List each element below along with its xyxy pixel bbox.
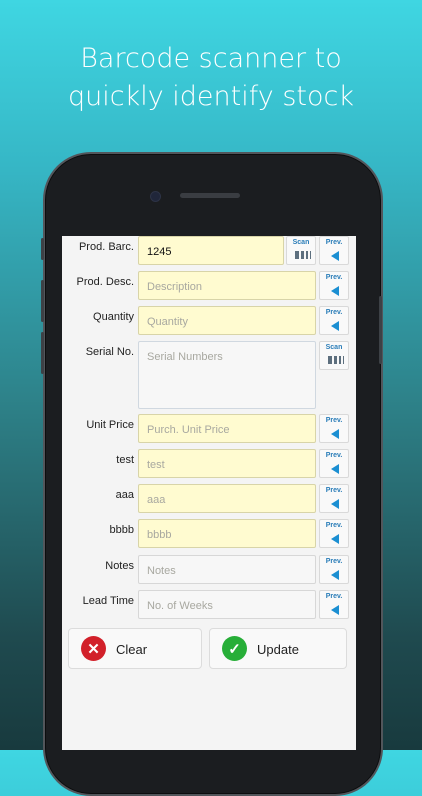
left-arrow-icon: [331, 534, 339, 544]
scan-button-label: Scan: [292, 239, 310, 246]
prev-button-quantity[interactable]: Prev.: [319, 306, 349, 335]
front-camera-icon: [150, 191, 161, 202]
prev-button-label: Prev.: [325, 309, 343, 316]
checkmark-icon: ✓: [222, 636, 247, 661]
prev-button-label: Prev.: [325, 417, 343, 424]
app-screen: Prod. Barc. 1245 Scan Prev. Prod. Desc. …: [62, 236, 356, 750]
prev-button-label: Prev.: [325, 593, 343, 600]
prev-button-label: Prev.: [325, 239, 343, 246]
left-arrow-icon: [331, 570, 339, 580]
prev-button-test[interactable]: Prev.: [319, 449, 349, 478]
field-label-serial-no: Serial No.: [85, 346, 134, 358]
prev-button-label: Prev.: [325, 452, 343, 459]
update-button[interactable]: ✓ Update: [209, 628, 347, 669]
lead-time-input[interactable]: No. of Weeks: [138, 590, 316, 619]
field-label-test: test: [116, 454, 134, 466]
barcode-icon: [328, 356, 344, 364]
aaa-input[interactable]: aaa: [138, 484, 316, 513]
scan-barcode-button[interactable]: Scan: [286, 236, 316, 265]
field-label-quantity: Quantity: [93, 311, 134, 323]
left-arrow-icon: [331, 499, 339, 509]
phone-side-button-power: [379, 296, 382, 364]
field-label-bbbb: bbbb: [109, 524, 134, 536]
phone-side-button-mute: [41, 238, 44, 260]
left-arrow-icon: [331, 605, 339, 615]
prev-button-bbbb[interactable]: Prev.: [319, 519, 349, 548]
field-label-notes: Notes: [105, 560, 134, 572]
bbbb-input[interactable]: bbbb: [138, 519, 316, 548]
headline-line-1: Barcode scanner to: [80, 43, 342, 74]
prev-button-label: Prev.: [325, 522, 343, 529]
prev-button-lead-time[interactable]: Prev.: [319, 590, 349, 619]
prev-button-label: Prev.: [325, 274, 343, 281]
field-label-lead-time: Lead Time: [82, 595, 134, 607]
close-icon: ✕: [81, 636, 106, 661]
field-label-aaa: aaa: [115, 489, 134, 501]
phone-side-button-volume-up: [41, 280, 44, 322]
field-label-prod-desc: Prod. Desc.: [76, 276, 134, 288]
unit-price-input[interactable]: Purch. Unit Price: [138, 414, 316, 443]
prev-button-aaa[interactable]: Prev.: [319, 484, 349, 513]
quantity-input[interactable]: Quantity: [138, 306, 316, 335]
left-arrow-icon: [331, 321, 339, 331]
left-arrow-icon: [331, 251, 339, 261]
phone-side-button-volume-down: [41, 332, 44, 374]
prod-desc-input[interactable]: Description: [138, 271, 316, 300]
prev-button-prod-barc[interactable]: Prev.: [319, 236, 349, 265]
prev-button-unit-price[interactable]: Prev.: [319, 414, 349, 443]
prev-button-prod-desc[interactable]: Prev.: [319, 271, 349, 300]
scan-serial-button[interactable]: Scan: [319, 341, 349, 370]
clear-button-label: Clear: [116, 642, 148, 657]
prev-button-notes[interactable]: Prev.: [319, 555, 349, 584]
notes-input[interactable]: Notes: [138, 555, 316, 584]
update-button-label: Update: [257, 642, 299, 657]
left-arrow-icon: [331, 429, 339, 439]
serial-numbers-textarea[interactable]: Serial Numbers: [138, 341, 316, 409]
headline: Barcode scanner to quickly identify stoc…: [0, 40, 422, 116]
test-input[interactable]: test: [138, 449, 316, 478]
field-label-unit-price: Unit Price: [86, 419, 134, 431]
barcode-icon: [295, 251, 311, 259]
phone-speaker: [180, 193, 240, 198]
scan-button-label: Scan: [325, 344, 343, 351]
left-arrow-icon: [331, 464, 339, 474]
headline-line-2: quickly identify stock: [68, 81, 354, 112]
prev-button-label: Prev.: [325, 558, 343, 565]
clear-button[interactable]: ✕ Clear: [68, 628, 202, 669]
left-arrow-icon: [331, 286, 339, 296]
prod-barc-input[interactable]: 1245: [138, 236, 284, 265]
prev-button-label: Prev.: [325, 487, 343, 494]
field-label-prod-barc: Prod. Barc.: [78, 241, 134, 253]
